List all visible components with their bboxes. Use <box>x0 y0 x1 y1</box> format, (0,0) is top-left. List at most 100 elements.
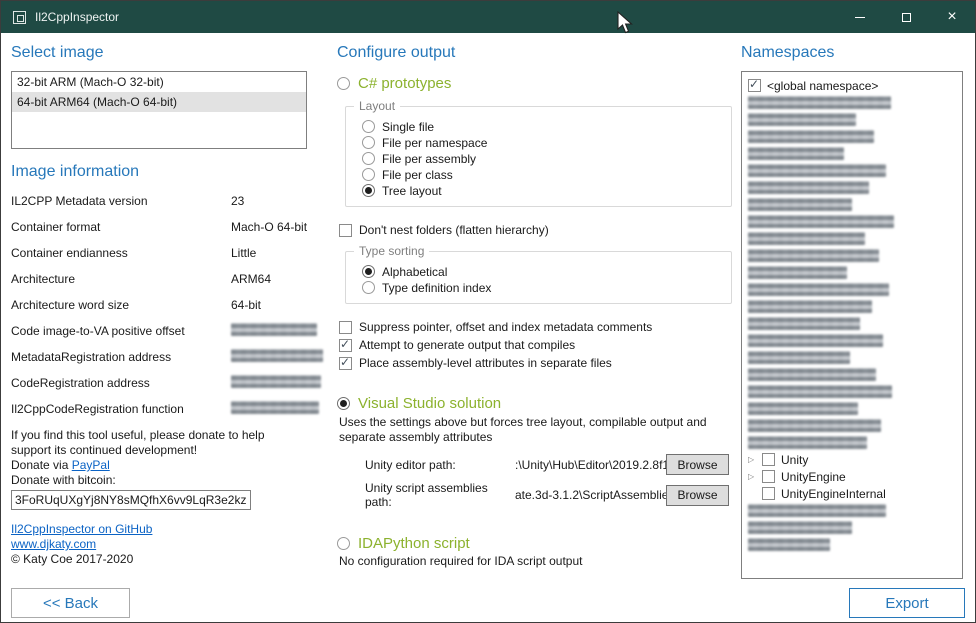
radio-icon[interactable] <box>337 537 350 550</box>
info-row: Il2CppCodeRegistration function <box>11 402 307 415</box>
redacted-namespace-item[interactable] <box>746 281 958 298</box>
redacted-namespace-item[interactable] <box>746 213 958 230</box>
maximize-button[interactable] <box>883 1 929 33</box>
separate-attributes-checkbox[interactable]: Place assembly-level attributes in separ… <box>337 356 732 370</box>
paypal-link[interactable]: PayPal <box>72 458 110 472</box>
redacted-namespace-item[interactable] <box>746 383 958 400</box>
radio-icon[interactable] <box>337 77 350 90</box>
checkbox-label: Place assembly-level attributes in separ… <box>359 356 612 370</box>
info-row: Architecture word size 64-bit <box>11 298 307 311</box>
browse-unity-script-button[interactable]: Browse <box>666 485 729 506</box>
csharp-prototypes-radio[interactable]: C# prototypes <box>337 75 732 92</box>
redacted-namespace-item[interactable] <box>746 196 958 213</box>
radio-icon[interactable] <box>362 120 375 133</box>
radio-icon[interactable] <box>362 168 375 181</box>
radio-option-alphabetical[interactable]: Alphabetical <box>362 264 723 279</box>
minimize-button[interactable] <box>837 1 883 33</box>
checkbox-icon-checked[interactable] <box>339 357 352 370</box>
unity-script-path-label: Unity script assemblies path: <box>365 481 515 509</box>
namespace-label: UnityEngine <box>781 470 846 484</box>
radio-option-file-per-class[interactable]: File per class <box>362 167 723 182</box>
radio-icon-selected[interactable] <box>362 265 375 278</box>
image-list-item[interactable]: 32-bit ARM (Mach-O 32-bit) <box>12 72 306 92</box>
radio-option-single-file[interactable]: Single file <box>362 119 723 134</box>
redacted-namespace-item[interactable] <box>746 179 958 196</box>
radio-label: Alphabetical <box>382 265 447 279</box>
namespace-item-unity[interactable]: ▷ Unity <box>746 451 958 468</box>
radio-option-type-definition-index[interactable]: Type definition index <box>362 280 723 295</box>
radio-icon[interactable] <box>362 136 375 149</box>
radio-icon[interactable] <box>362 281 375 294</box>
redacted-namespace-item[interactable] <box>746 400 958 417</box>
redacted-namespace-item[interactable] <box>746 128 958 145</box>
redacted-namespace-item[interactable] <box>746 264 958 281</box>
redacted-namespace-item[interactable] <box>746 230 958 247</box>
namespace-list[interactable]: <global namespace> ▷ <box>741 71 963 579</box>
redacted-namespace-item[interactable] <box>746 111 958 128</box>
checkbox-icon[interactable] <box>339 321 352 334</box>
radio-option-tree-layout[interactable]: Tree layout <box>362 183 723 198</box>
radio-label: File per assembly <box>382 152 476 166</box>
visual-studio-solution-radio[interactable]: Visual Studio solution <box>337 395 732 412</box>
redacted-namespace-item[interactable] <box>746 417 958 434</box>
redacted-namespace-item[interactable] <box>746 536 958 553</box>
flatten-hierarchy-checkbox[interactable]: Don't nest folders (flatten hierarchy) <box>337 223 732 237</box>
namespace-item-unityengine[interactable]: ▷ UnityEngine <box>746 468 958 485</box>
redacted-text <box>748 538 830 551</box>
redacted-namespace-item[interactable] <box>746 298 958 315</box>
redacted-namespace-item[interactable] <box>746 349 958 366</box>
back-button[interactable]: << Back <box>11 588 130 618</box>
redacted-value <box>231 349 323 362</box>
image-list-item-selected[interactable]: 64-bit ARM64 (Mach-O 64-bit) <box>12 92 306 112</box>
redacted-namespace-item[interactable] <box>746 332 958 349</box>
info-label: Architecture <box>11 272 231 286</box>
redacted-text <box>748 130 874 143</box>
checkbox-icon[interactable] <box>762 453 775 466</box>
redacted-namespace-item[interactable] <box>746 145 958 162</box>
redacted-namespace-item[interactable] <box>746 162 958 179</box>
browse-unity-editor-button[interactable]: Browse <box>666 454 729 475</box>
type-sorting-group-title: Type sorting <box>354 244 429 258</box>
redacted-text <box>748 385 892 398</box>
radio-icon-selected[interactable] <box>337 397 350 410</box>
bitcoin-address-input[interactable] <box>11 490 251 510</box>
checkbox-icon[interactable] <box>762 470 775 483</box>
checkbox-icon-checked[interactable] <box>339 339 352 352</box>
radio-icon[interactable] <box>362 152 375 165</box>
website-link[interactable]: www.djkaty.com <box>11 537 96 551</box>
checkbox-label: Suppress pointer, offset and index metad… <box>359 320 652 334</box>
checkbox-icon-checked[interactable] <box>748 79 761 92</box>
redacted-namespace-item[interactable] <box>746 519 958 536</box>
suppress-metadata-checkbox[interactable]: Suppress pointer, offset and index metad… <box>337 320 732 334</box>
export-button[interactable]: Export <box>849 588 965 618</box>
checkbox-label: Attempt to generate output that compiles <box>359 338 575 352</box>
redacted-value <box>231 401 319 414</box>
info-row: CodeRegistration address <box>11 376 307 389</box>
redacted-namespace-item[interactable] <box>746 247 958 264</box>
redacted-namespace-item[interactable] <box>746 434 958 451</box>
radio-icon-selected[interactable] <box>362 184 375 197</box>
redacted-text <box>748 96 891 109</box>
redacted-namespace-item[interactable] <box>746 315 958 332</box>
checkbox-icon[interactable] <box>339 224 352 237</box>
idapython-script-radio[interactable]: IDAPython script <box>337 535 732 552</box>
radio-option-file-per-namespace[interactable]: File per namespace <box>362 135 723 150</box>
image-listbox[interactable]: 32-bit ARM (Mach-O 32-bit) 64-bit ARM64 … <box>11 71 307 149</box>
info-value-redacted <box>231 375 307 391</box>
github-link[interactable]: Il2CppInspector on GitHub <box>11 522 152 536</box>
namespace-item-global[interactable]: <global namespace> <box>746 77 958 94</box>
namespace-item-unityengineinternal[interactable]: UnityEngineInternal <box>746 485 958 502</box>
redacted-text <box>748 147 844 160</box>
unity-script-path-row: Unity script assemblies path: ate.3d-3.1… <box>365 481 729 509</box>
redacted-namespace-item[interactable] <box>746 366 958 383</box>
close-button[interactable]: × <box>929 1 975 33</box>
radio-label: IDAPython script <box>358 535 470 552</box>
redacted-namespace-item[interactable] <box>746 502 958 519</box>
expander-icon[interactable]: ▷ <box>748 473 756 481</box>
checkbox-icon[interactable] <box>762 487 775 500</box>
expander-icon[interactable]: ▷ <box>748 456 756 464</box>
titlebar[interactable]: Il2CppInspector × <box>1 1 975 33</box>
compilable-output-checkbox[interactable]: Attempt to generate output that compiles <box>337 338 732 352</box>
redacted-namespace-item[interactable] <box>746 94 958 111</box>
radio-option-file-per-assembly[interactable]: File per assembly <box>362 151 723 166</box>
